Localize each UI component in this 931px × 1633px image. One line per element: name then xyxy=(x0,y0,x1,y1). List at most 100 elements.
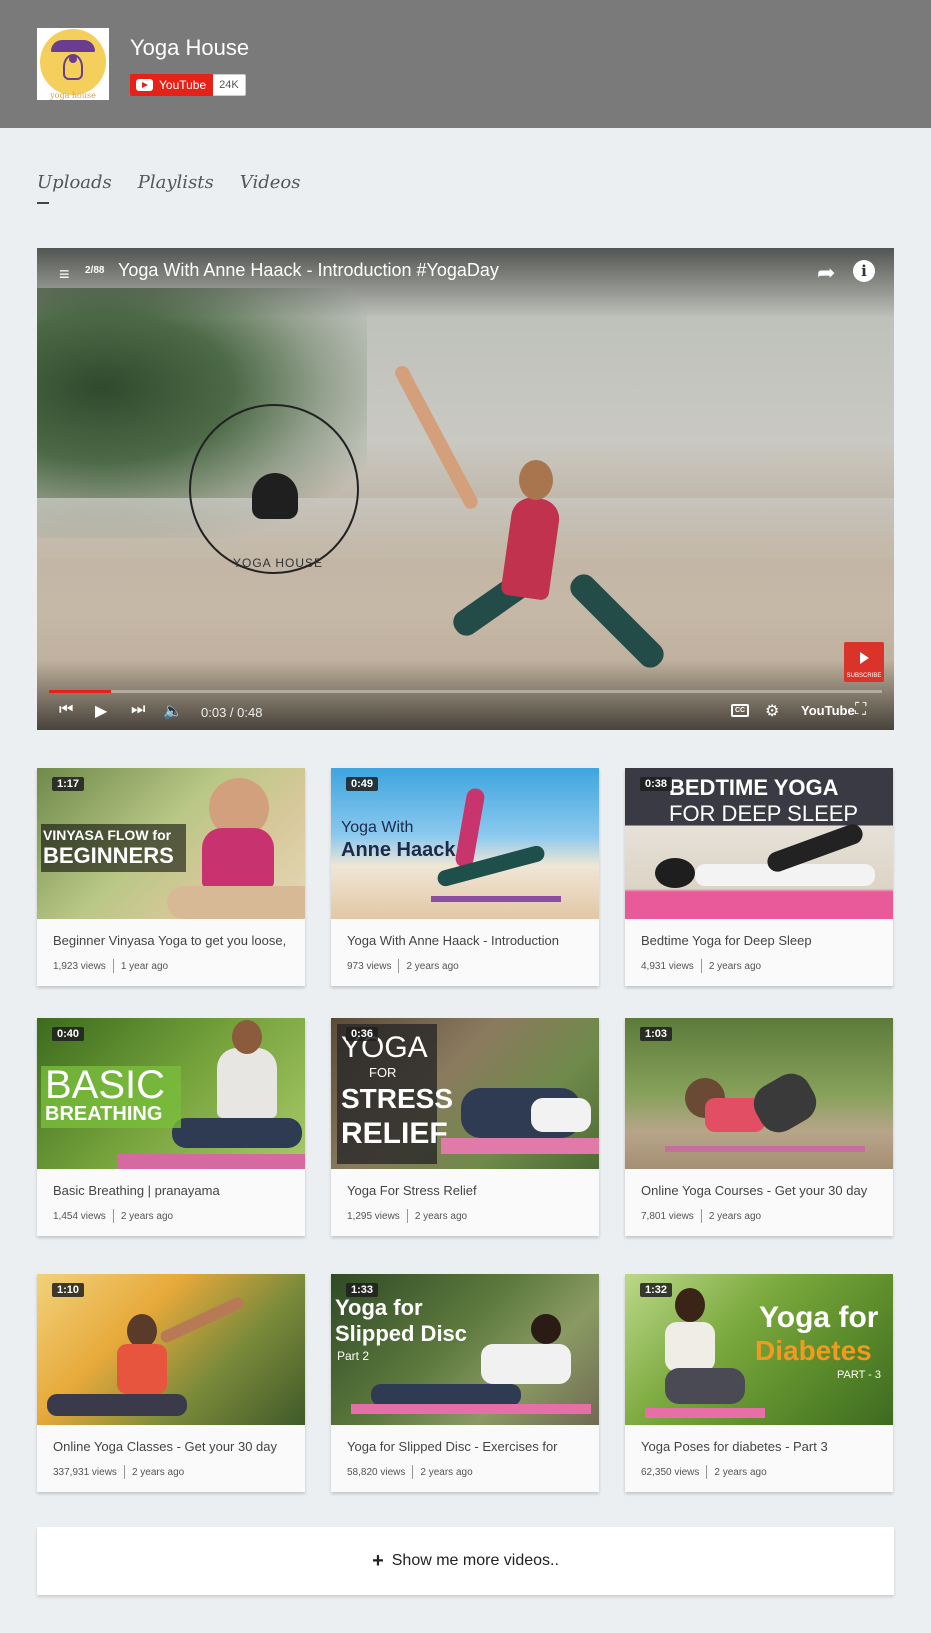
video-thumbnail[interactable]: Yoga for Diabetes PART - 3 1:32 xyxy=(625,1274,893,1425)
meta-divider xyxy=(112,1209,114,1223)
upload-age: 2 years ago xyxy=(120,1210,174,1222)
thumb-text: Yoga With xyxy=(341,819,414,836)
video-title[interactable]: Bedtime Yoga for Deep Sleep xyxy=(641,933,886,948)
subscribe-watermark-button[interactable]: SUBSCRIBE xyxy=(844,642,884,682)
channel-title: Yoga House xyxy=(130,35,250,60)
thumb-text: Yoga for xyxy=(759,1301,879,1334)
scene-woman-leg xyxy=(565,569,669,673)
video-card[interactable]: BEDTIME YOGA FOR DEEP SLEEP 0:38 Bedtime… xyxy=(625,768,893,986)
video-card[interactable]: Yoga for Diabetes PART - 3 1:32 Yoga Pos… xyxy=(625,1274,893,1492)
subscribe-play-icon xyxy=(860,652,869,664)
view-count: 1,295 views xyxy=(347,1210,400,1222)
video-meta: 1,923 views 1 year ago xyxy=(53,959,168,973)
volume-icon[interactable]: 🔈 xyxy=(163,701,183,721)
scene-woman-arm xyxy=(392,363,481,512)
plus-icon: + xyxy=(372,1549,384,1572)
player-top-gradient xyxy=(37,248,894,318)
meta-divider xyxy=(700,1209,702,1223)
video-thumbnail[interactable]: BASIC BREATHING 0:40 xyxy=(37,1018,305,1169)
video-thumbnail[interactable]: Yoga With Anne Haack 0:49 xyxy=(331,768,599,919)
meta-divider xyxy=(700,959,702,973)
progress-bar[interactable] xyxy=(49,690,882,693)
video-thumbnail[interactable]: VINYASA FLOW for BEGINNERS 1:17 xyxy=(37,768,305,919)
youtube-subscribe-button[interactable]: YouTube 24K xyxy=(130,74,246,96)
video-title[interactable]: Yoga With Anne Haack - Introduction #Yog… xyxy=(118,260,499,281)
view-count: 337,931 views xyxy=(53,1466,117,1478)
video-title[interactable]: Online Yoga Courses - Get your 30 day xyxy=(641,1183,886,1198)
next-icon[interactable]: ⏭ xyxy=(131,701,145,719)
view-count: 4,931 views xyxy=(641,960,694,972)
tab-uploads[interactable]: Uploads xyxy=(37,172,112,204)
view-count: 973 views xyxy=(347,960,392,972)
video-duration: 0:40 xyxy=(52,1027,85,1041)
video-card[interactable]: VINYASA FLOW for BEGINNERS 1:17 Beginner… xyxy=(37,768,305,986)
upload-age: 2 years ago xyxy=(406,960,459,972)
video-card[interactable]: 1:03 Online Yoga Courses - Get your 30 d… xyxy=(625,1018,893,1236)
video-duration: 1:03 xyxy=(640,1027,673,1041)
video-title[interactable]: Yoga Poses for diabetes - Part 3 xyxy=(641,1439,886,1454)
video-card[interactable]: BASIC BREATHING 0:40 Basic Breathing | p… xyxy=(37,1018,305,1236)
video-title[interactable]: Yoga For Stress Relief xyxy=(347,1183,592,1198)
subscriber-count: 24K xyxy=(213,74,246,96)
video-card[interactable]: YOGA FOR STRESS RELIEF 0:36 Yoga For Str… xyxy=(331,1018,599,1236)
upload-age: 2 years ago xyxy=(420,1466,473,1478)
thumb-text: Diabetes xyxy=(755,1335,872,1366)
video-card[interactable]: 1:10 Online Yoga Classes - Get your 30 d… xyxy=(37,1274,305,1492)
video-card[interactable]: Yoga With Anne Haack 0:49 Yoga With Anne… xyxy=(331,768,599,986)
thumb-text: BEGINNERS xyxy=(43,843,174,868)
video-title[interactable]: Yoga With Anne Haack - Introduction xyxy=(347,933,592,948)
video-title[interactable]: Yoga for Slipped Disc - Exercises for xyxy=(347,1439,592,1454)
youtube-play-icon xyxy=(136,79,153,91)
video-player[interactable]: YOGA HOUSE ≡ 2/88 Yoga With Anne Haack -… xyxy=(37,248,894,730)
youtube-button-red[interactable]: YouTube xyxy=(130,74,214,96)
video-thumbnail[interactable]: Yoga for Slipped Disc Part 2 1:33 xyxy=(331,1274,599,1425)
channel-logo[interactable]: yoga house xyxy=(37,28,109,100)
video-duration: 1:10 xyxy=(52,1283,85,1297)
video-thumbnail[interactable]: 1:03 xyxy=(625,1018,893,1169)
meta-divider xyxy=(706,1465,708,1479)
previous-icon[interactable]: ⏮ xyxy=(59,701,73,719)
tab-playlists[interactable]: Playlists xyxy=(138,172,214,193)
meta-divider xyxy=(123,1465,125,1479)
thumb-text: BREATHING xyxy=(45,1103,163,1125)
thumb-text: BASIC xyxy=(45,1063,166,1107)
thumb-text: VINYASA FLOW for xyxy=(43,827,172,843)
scene-woman-head xyxy=(519,460,553,500)
view-count: 7,801 views xyxy=(641,1210,694,1222)
video-thumbnail[interactable]: YOGA FOR STRESS RELIEF 0:36 xyxy=(331,1018,599,1169)
show-more-videos-button[interactable]: + Show me more videos.. xyxy=(37,1527,894,1595)
video-duration: 1:17 xyxy=(52,777,85,791)
time-display: 0:03 / 0:48 xyxy=(201,705,263,720)
info-icon[interactable]: i xyxy=(853,260,875,282)
play-icon[interactable]: ▶ xyxy=(95,701,107,721)
watermark-meditation-icon xyxy=(252,473,298,519)
video-meta: 4,931 views 2 years ago xyxy=(641,959,761,973)
upload-age: 2 years ago xyxy=(414,1210,468,1222)
video-meta: 7,801 views 2 years ago xyxy=(641,1209,761,1223)
meta-divider xyxy=(412,1465,414,1479)
view-count: 1,923 views xyxy=(53,960,106,972)
playlist-icon[interactable]: ≡ xyxy=(59,265,75,283)
video-thumbnail[interactable]: BEDTIME YOGA FOR DEEP SLEEP 0:38 xyxy=(625,768,893,919)
settings-gear-icon[interactable]: ⚙ xyxy=(765,701,779,721)
fullscreen-icon[interactable]: ⛶ xyxy=(855,701,866,719)
playlist-position: 2/88 xyxy=(85,265,105,276)
logo-roof xyxy=(51,40,95,52)
video-thumbnail[interactable]: 1:10 xyxy=(37,1274,305,1425)
captions-icon[interactable]: CC xyxy=(731,704,749,717)
video-meta: 1,454 views 2 years ago xyxy=(53,1209,173,1223)
video-card[interactable]: Yoga for Slipped Disc Part 2 1:33 Yoga f… xyxy=(331,1274,599,1492)
channel-tabs: Uploads Playlists Videos xyxy=(37,172,301,204)
thumb-text: BEDTIME YOGA xyxy=(669,775,839,800)
show-more-label: Show me more videos.. xyxy=(391,1552,559,1569)
logo-figure-head xyxy=(69,55,77,63)
video-title[interactable]: Online Yoga Classes - Get your 30 day xyxy=(53,1439,298,1454)
tab-videos[interactable]: Videos xyxy=(240,172,301,193)
youtube-logo[interactable]: YouTube xyxy=(801,703,855,718)
video-meta: 337,931 views 2 years ago xyxy=(53,1465,184,1479)
upload-age: 2 years ago xyxy=(708,1210,762,1222)
video-title[interactable]: Beginner Vinyasa Yoga to get you loose, xyxy=(53,933,298,948)
video-title[interactable]: Basic Breathing | pranayama xyxy=(53,1183,298,1198)
thumb-text: Yoga for xyxy=(335,1295,423,1320)
share-icon[interactable]: ➦ xyxy=(817,260,835,286)
